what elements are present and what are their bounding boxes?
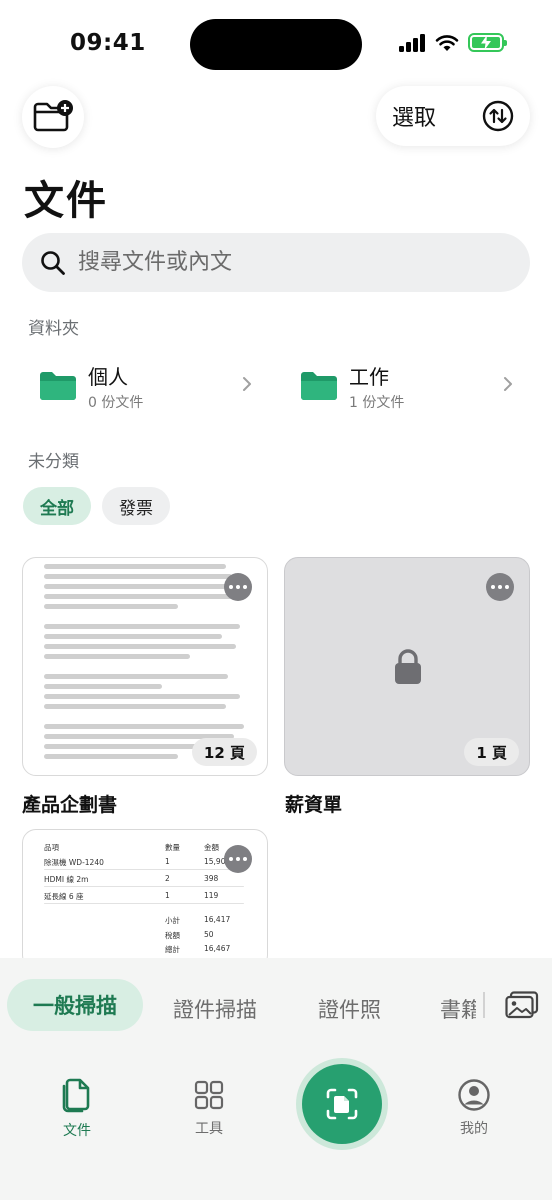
preview-divider <box>44 869 244 870</box>
filter-chip-invoice[interactable]: 發票 <box>102 487 170 525</box>
scan-button[interactable] <box>302 1064 382 1144</box>
preview-cell: 2 <box>165 874 170 883</box>
scan-mode-general[interactable]: 一般掃描 <box>7 979 143 1031</box>
folder-item-personal[interactable]: 個人 0 份文件 <box>40 356 270 416</box>
preview-total-value: 50 <box>204 930 214 939</box>
document-card[interactable]: 品項 數量 金額 除濕機 WD-1240 1 15,900 HDMI 線 2m … <box>22 829 268 969</box>
preview-total-label: 小計 <box>165 916 180 925</box>
preview-cell: HDMI 線 2m <box>44 875 89 884</box>
preview-line <box>44 634 222 639</box>
document-card-locked[interactable]: 1 頁 <box>284 557 530 776</box>
preview-header: 數量 <box>165 843 180 852</box>
charging-bolt-icon <box>481 35 491 50</box>
preview-total-value: 16,467 <box>204 944 231 953</box>
folders-section-label: 資料夾 <box>28 319 79 339</box>
more-options-button[interactable] <box>224 845 252 873</box>
battery-cap <box>504 40 507 46</box>
tab-divider <box>483 992 485 1018</box>
preview-cell: 除濕機 WD-1240 <box>44 858 104 867</box>
search-icon <box>41 250 65 275</box>
nav-item-tools[interactable]: 工具 <box>169 1076 249 1138</box>
status-time: 09:41 <box>70 30 146 56</box>
documents-icon <box>62 1078 90 1113</box>
nav-label: 文件 <box>63 1123 91 1139</box>
folder-icon <box>301 372 337 400</box>
page-title: 文件 <box>24 178 108 224</box>
preview-line <box>44 744 216 749</box>
gallery-icon[interactable] <box>505 991 539 1019</box>
scan-mode-id[interactable]: 證件掃描 <box>173 994 257 1024</box>
nav-label: 我的 <box>460 1121 488 1137</box>
document-title[interactable]: 薪資單 <box>285 790 342 817</box>
sort-icon[interactable] <box>482 100 514 132</box>
search-input[interactable] <box>78 250 498 275</box>
preview-line <box>44 654 190 659</box>
cellular-signal-icon <box>399 33 425 52</box>
profile-icon <box>458 1079 490 1111</box>
preview-cell: 119 <box>204 891 219 900</box>
scan-mode-book[interactable]: 書籍 <box>440 998 476 1022</box>
scan-document-icon <box>326 1088 358 1120</box>
preview-cell: 398 <box>204 874 219 883</box>
filter-chip-all[interactable]: 全部 <box>23 487 91 525</box>
preview-line <box>44 674 228 679</box>
nav-label: 工具 <box>195 1121 223 1137</box>
preview-line <box>44 594 232 599</box>
document-title[interactable]: 產品企劃書 <box>22 790 117 817</box>
preview-cell: 延長線 6 座 <box>44 892 84 901</box>
status-icons <box>399 33 507 52</box>
new-folder-icon <box>33 100 73 132</box>
select-sort-control: 選取 <box>376 86 530 146</box>
preview-line <box>44 644 236 649</box>
preview-line <box>44 724 244 729</box>
preview-total-label: 稅額 <box>165 931 180 940</box>
chevron-right-icon <box>243 377 251 391</box>
document-card[interactable]: 12 頁 <box>22 557 268 776</box>
preview-total-value: 16,417 <box>204 915 231 924</box>
dynamic-island <box>190 19 362 70</box>
page-count-badge: 12 頁 <box>191 738 257 766</box>
folder-name: 工作 <box>349 364 389 389</box>
preview-line <box>44 754 178 759</box>
preview-total-label: 總計 <box>165 945 180 954</box>
bottom-panel: 一般掃描 證件掃描 證件照 書籍 文件 工具 我的 <box>0 958 552 1200</box>
preview-line <box>44 574 232 579</box>
preview-line <box>44 564 226 569</box>
folder-item-work[interactable]: 工作 1 份文件 <box>301 356 531 416</box>
page-count-badge: 1 頁 <box>464 738 519 766</box>
search-bar[interactable] <box>22 233 530 292</box>
folder-count: 1 份文件 <box>349 394 405 411</box>
battery-icon <box>468 33 507 52</box>
scan-mode-id-photo[interactable]: 證件照 <box>318 994 381 1024</box>
preview-line <box>44 704 226 709</box>
preview-line <box>44 684 162 689</box>
uncategorized-section-label: 未分類 <box>28 452 79 472</box>
preview-line <box>44 694 240 699</box>
new-folder-button[interactable] <box>22 86 84 148</box>
preview-divider <box>44 903 244 904</box>
scan-mode-book-clip: 書籍 <box>440 994 476 1024</box>
wifi-icon <box>435 34 459 51</box>
folder-name: 個人 <box>88 364 128 389</box>
lock-icon <box>395 649 421 684</box>
select-button[interactable]: 選取 <box>392 100 436 132</box>
more-options-button[interactable] <box>486 573 514 601</box>
preview-header: 品項 <box>44 843 59 852</box>
folder-count: 0 份文件 <box>88 394 144 411</box>
chevron-right-icon <box>504 377 512 391</box>
preview-header: 金額 <box>204 843 219 852</box>
nav-item-documents[interactable]: 文件 <box>37 1076 117 1140</box>
preview-cell: 1 <box>165 857 170 866</box>
nav-item-profile[interactable]: 我的 <box>434 1076 514 1138</box>
scan-button-ring <box>296 1058 388 1150</box>
more-options-button[interactable] <box>224 573 252 601</box>
status-bar: 09:41 <box>0 0 552 90</box>
preview-line <box>44 624 240 629</box>
folder-icon <box>40 372 76 400</box>
preview-cell: 1 <box>165 891 170 900</box>
preview-line <box>44 584 240 589</box>
tools-grid-icon <box>194 1080 224 1110</box>
preview-line <box>44 604 178 609</box>
preview-divider <box>44 886 244 887</box>
